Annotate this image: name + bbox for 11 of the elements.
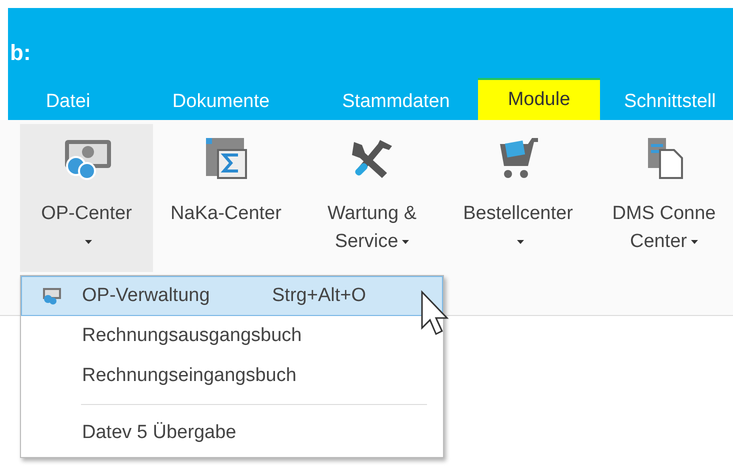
window-title: b: bbox=[10, 39, 31, 67]
menu-item[interactable]: Rechnungseingangsbuch bbox=[21, 356, 443, 396]
menu-item[interactable]: Datev 5 Übergabe bbox=[21, 413, 443, 453]
ribbon-button[interactable]: OP-Center bbox=[20, 124, 153, 272]
ribbon-button[interactable]: NaKa-Center bbox=[153, 124, 299, 272]
menu-item[interactable]: OP-Verwaltung Strg+Alt+O bbox=[21, 276, 443, 316]
ribbon-button[interactable]: Bestellcenter bbox=[445, 124, 591, 272]
ribbon-button[interactable]: DMS Conne Center bbox=[591, 124, 733, 272]
menu-item[interactable]: Rechnungsausgangsbuch bbox=[21, 316, 443, 356]
ribbon-button[interactable]: Wartung & Service bbox=[299, 124, 445, 272]
ribbon-tab[interactable]: Module bbox=[478, 78, 600, 120]
